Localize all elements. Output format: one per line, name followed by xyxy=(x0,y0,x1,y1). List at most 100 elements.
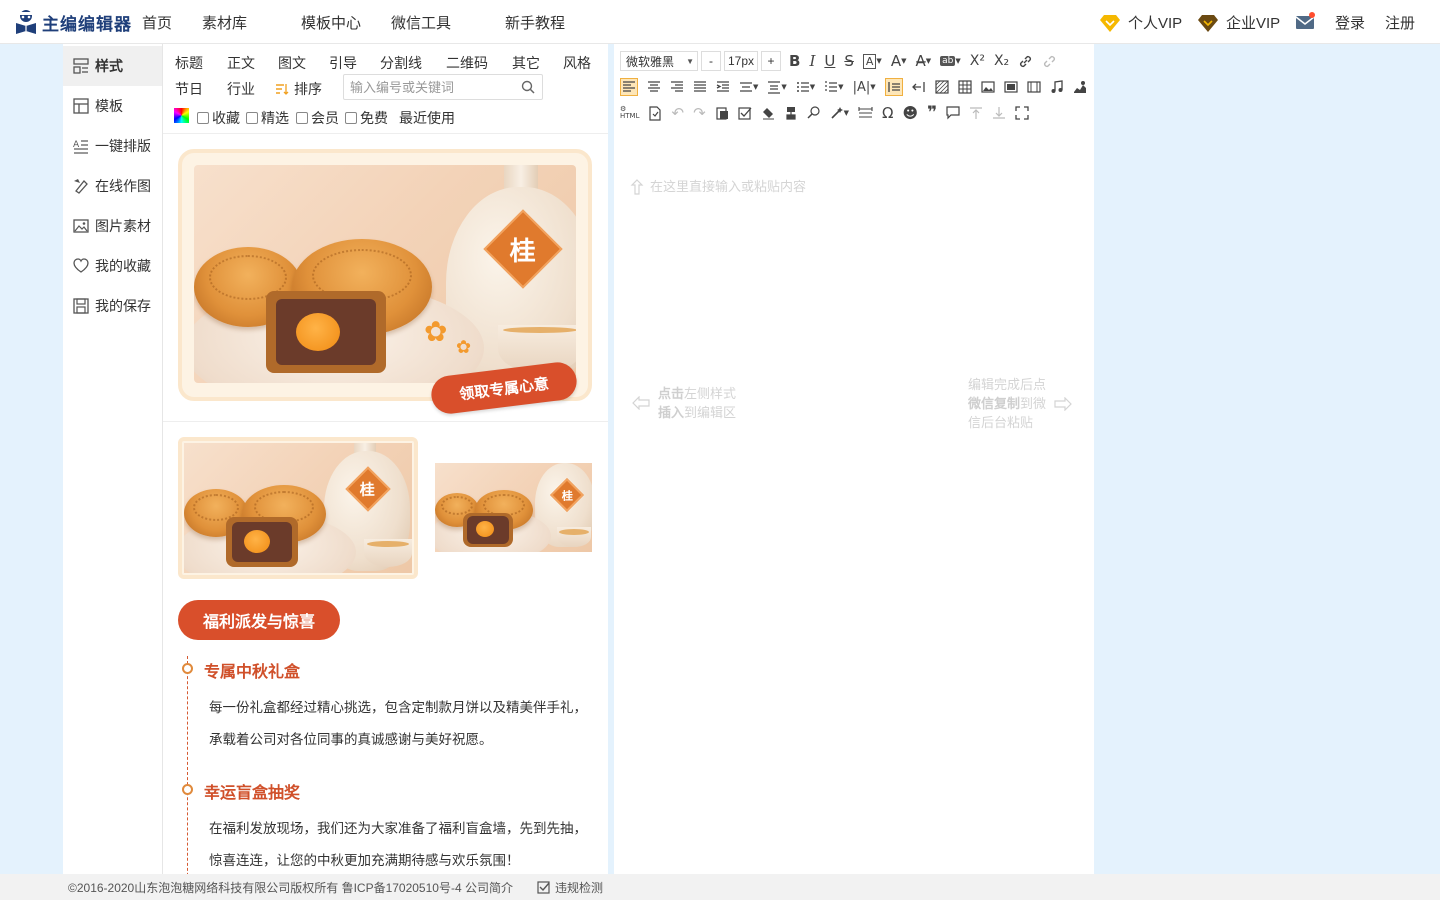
nav-tutorial[interactable]: 新手教程 xyxy=(505,12,565,33)
search-icon[interactable] xyxy=(521,80,535,94)
category-industry[interactable]: 行业 xyxy=(227,79,255,99)
font-family-select[interactable]: 微软雅黑 ▼ xyxy=(620,51,698,71)
format-brush-icon[interactable] xyxy=(784,106,798,120)
side-menu-favorites[interactable]: 我的收藏 xyxy=(63,246,162,286)
side-menu-images[interactable]: 图片素材 xyxy=(63,206,162,246)
italic-icon[interactable]: I xyxy=(809,52,815,70)
horizontal-rule-icon[interactable] xyxy=(858,106,873,120)
special-char-icon[interactable]: Ω xyxy=(882,104,893,122)
checkbox[interactable] xyxy=(197,112,209,124)
font-size-increase[interactable]: + xyxy=(761,51,781,71)
filter-favorite[interactable]: 收藏 xyxy=(197,108,240,128)
timeline-item-title[interactable]: 幸运盲盒抽奖 xyxy=(204,779,300,803)
undo-icon[interactable]: ↶ xyxy=(671,104,684,122)
map-icon[interactable] xyxy=(1073,80,1087,94)
category-qrcode[interactable]: 二维码 xyxy=(446,53,488,73)
filter-featured[interactable]: 精选 xyxy=(246,108,289,128)
color-filter[interactable] xyxy=(174,108,189,123)
category-guide[interactable]: 引导 xyxy=(329,53,357,73)
category-style[interactable]: 风格 xyxy=(563,53,591,73)
personal-vip-link[interactable]: 个人VIP xyxy=(1100,12,1182,33)
style-card-image-frame[interactable]: 桂 xyxy=(178,437,418,579)
message-button[interactable] xyxy=(1296,12,1316,30)
brand-logo[interactable]: 主编编辑器 xyxy=(14,8,132,36)
comment-icon[interactable] xyxy=(946,106,960,120)
font-size-decrease[interactable]: - xyxy=(701,51,721,71)
insert-image-icon[interactable] xyxy=(981,80,995,94)
side-menu-template[interactable]: 模板 xyxy=(63,86,162,126)
word-art-icon[interactable]: ab ▼ xyxy=(940,56,961,66)
editor-placeholder[interactable]: 在这里直接输入或粘贴内容 xyxy=(630,177,806,196)
first-line-indent-icon[interactable] xyxy=(884,78,903,96)
magic-wand-icon[interactable]: ▼ xyxy=(830,106,849,120)
nav-materials[interactable]: 素材库 xyxy=(202,12,247,33)
align-left-icon[interactable] xyxy=(620,78,638,96)
video-icon[interactable] xyxy=(1027,80,1041,94)
login-link[interactable]: 登录 xyxy=(1335,12,1365,33)
bold-icon[interactable]: B xyxy=(789,52,800,70)
eraser-icon[interactable] xyxy=(761,106,775,120)
enterprise-vip-link[interactable]: 企业VIP xyxy=(1198,12,1280,33)
checkbox[interactable] xyxy=(246,112,258,124)
link-icon[interactable] xyxy=(1018,54,1033,69)
outdent-icon[interactable] xyxy=(911,80,926,94)
filter-member[interactable]: 会员 xyxy=(296,108,339,128)
sort-button[interactable]: 排序 xyxy=(275,79,322,99)
style-card-banner[interactable]: 桂 ✿ ✿ xyxy=(178,149,592,401)
category-title[interactable]: 标题 xyxy=(175,53,203,73)
side-menu-style[interactable]: 样式 xyxy=(63,46,162,86)
fullscreen-icon[interactable] xyxy=(1015,106,1029,120)
align-center-icon[interactable] xyxy=(647,80,661,94)
category-divider[interactable]: 分割线 xyxy=(380,53,422,73)
redo-icon[interactable]: ↷ xyxy=(693,104,706,122)
timeline-item-text[interactable]: 每一份礼盒都经过精心挑选，包含定制款月饼以及精美伴手礼， 承载着公司对各位同事的… xyxy=(209,692,599,756)
style-search-input[interactable] xyxy=(344,75,514,99)
nav-templates[interactable]: 模板中心 xyxy=(301,12,361,33)
font-color-icon[interactable]: A ▼ xyxy=(891,52,907,70)
image-gallery-icon[interactable] xyxy=(1004,80,1018,94)
subscript-icon[interactable]: X₂ xyxy=(994,53,1009,69)
table-icon[interactable] xyxy=(958,80,972,94)
timeline-item-title[interactable]: 专属中秋礼盒 xyxy=(204,658,300,682)
underline-icon[interactable]: U xyxy=(824,52,835,70)
move-down-icon[interactable] xyxy=(992,106,1006,120)
filter-free[interactable]: 免费 xyxy=(345,108,388,128)
category-festival[interactable]: 节日 xyxy=(175,79,203,99)
align-justify-icon[interactable] xyxy=(693,80,707,94)
strikethrough-icon[interactable]: S xyxy=(844,52,854,70)
violation-check-button[interactable]: 违规检测 xyxy=(537,879,603,896)
music-icon[interactable] xyxy=(1050,80,1064,94)
welfare-title-badge[interactable]: 福利派发与惊喜 xyxy=(178,600,340,640)
filter-recent[interactable]: 最近使用 xyxy=(399,108,455,128)
move-up-icon[interactable] xyxy=(969,106,983,120)
quote-icon[interactable]: ❞ xyxy=(927,103,937,123)
letter-spacing-icon[interactable]: |A| ▼ xyxy=(853,80,876,95)
superscript-icon[interactable]: X² xyxy=(970,53,985,69)
category-image-text[interactable]: 图文 xyxy=(278,53,306,73)
category-other[interactable]: 其它 xyxy=(512,53,540,73)
nav-wechat-tools[interactable]: 微信工具 xyxy=(391,12,451,33)
find-replace-icon[interactable] xyxy=(807,106,821,120)
document-icon[interactable] xyxy=(648,105,662,121)
checkbox[interactable] xyxy=(345,112,357,124)
border-text-icon[interactable]: A ▼ xyxy=(862,53,882,69)
unlink-icon[interactable] xyxy=(1042,54,1057,69)
timeline-item-text[interactable]: 在福利发放现场，我们还为大家准备了福利盲盒墙，先到先抽， 惊喜连连，让您的中秋更… xyxy=(209,813,599,874)
select-all-icon[interactable] xyxy=(738,106,752,120)
highlight-color-icon[interactable]: A̶ ▼ xyxy=(915,52,931,70)
side-menu-auto-layout[interactable]: A 一键排版 xyxy=(63,126,162,166)
html-source-icon[interactable]: ⚙ HTML xyxy=(620,106,639,120)
style-card-image-plain[interactable]: 桂 xyxy=(435,463,592,552)
unordered-list-icon[interactable]: ▼ xyxy=(824,80,844,94)
checkbox[interactable] xyxy=(296,112,308,124)
align-right-icon[interactable] xyxy=(670,80,684,94)
register-link[interactable]: 注册 xyxy=(1385,12,1415,33)
line-height-icon[interactable]: ▼ xyxy=(739,80,758,94)
indent-icon[interactable] xyxy=(716,80,730,94)
paragraph-spacing-icon[interactable]: ▼ xyxy=(767,80,787,94)
ordered-list-icon[interactable]: ▼ xyxy=(796,80,815,94)
emoji-icon[interactable]: ☻ xyxy=(903,104,919,122)
nav-home[interactable]: 首页 xyxy=(142,12,172,33)
background-icon[interactable] xyxy=(935,80,949,94)
paste-icon[interactable] xyxy=(715,106,729,120)
